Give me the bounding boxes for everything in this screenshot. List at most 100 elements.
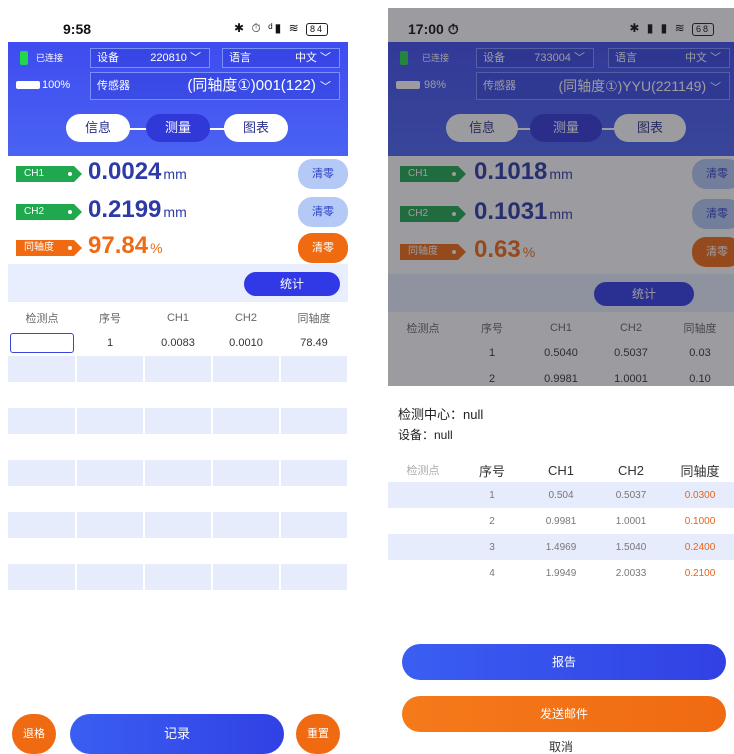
empty-cell [280, 564, 348, 590]
empty-cell [76, 408, 145, 434]
col-ch2: CH2 [617, 462, 644, 478]
empty-cell [76, 356, 145, 382]
stats-button[interactable]: 统计 [244, 272, 340, 296]
coaxiality-clear-button[interactable]: 清零 [298, 233, 348, 263]
empty-cell [212, 460, 281, 486]
device-select[interactable]: 设备 220810 ﹀ [90, 48, 210, 68]
arrow-icon [74, 240, 82, 256]
col-ch1: CH1 [547, 462, 574, 478]
empty-cell [280, 382, 348, 408]
empty-cell [280, 356, 348, 382]
table-row: 3 1.4969 1.5040 0.2400 [388, 534, 734, 560]
report-table: 检测点 序号 CH1 CH2 同轴度 1 0.504 0.5037 0.0300… [388, 458, 734, 586]
dot-icon [68, 246, 72, 250]
ch2-tag: CH2 [16, 204, 82, 220]
point-cell [388, 560, 458, 586]
device-info: 设备：null [398, 428, 453, 442]
empty-cell [144, 538, 213, 564]
battery-percent: 100% [42, 79, 71, 91]
sensor-text: (同轴度①)001(122) [187, 77, 316, 94]
ch2-cell: 1.0001 [615, 515, 647, 527]
table-row [8, 460, 348, 486]
col-coaxiality: 同轴度 [297, 313, 331, 325]
ch1-cell: 0.504 [526, 482, 596, 508]
empty-cell [212, 408, 281, 434]
ch2-clear-button[interactable]: 清零 [298, 197, 348, 227]
empty-cell [76, 382, 145, 408]
modal-overlay[interactable] [388, 8, 734, 386]
battery-icon: 84 [305, 23, 328, 36]
ch2-cell: 1.5040 [596, 534, 666, 560]
stats-band: 统计 [8, 264, 348, 302]
empty-cell [144, 460, 213, 486]
report-sheet: 检测中心：null 设备：null 检测点 序号 CH1 CH2 同轴度 1 0… [388, 386, 734, 754]
tab-bar: 信息 测量 图表 [8, 114, 348, 142]
empty-cell [280, 512, 348, 538]
empty-cell [280, 538, 348, 564]
empty-cell [212, 382, 281, 408]
ch2-cell: 0.5037 [596, 482, 666, 508]
device-value: 220810 ﹀ [150, 49, 201, 67]
empty-cell [212, 538, 281, 564]
table-row: 1 0.504 0.5037 0.0300 [388, 482, 734, 508]
empty-cell [76, 460, 145, 486]
point-cell [388, 482, 458, 508]
tab-chart[interactable]: 图表 [224, 114, 288, 142]
bottom-bar: 退格 记录 重置 [8, 714, 348, 754]
language-select[interactable]: 语言 中文 ﹀ [222, 48, 340, 68]
coaxiality-number: 97.84 [88, 232, 149, 259]
table-row [8, 434, 348, 460]
ch1-value: 0.0024 mm [88, 158, 187, 186]
table-row [8, 486, 348, 512]
empty-cell [76, 538, 145, 564]
empty-cell [76, 486, 145, 512]
empty-cell [8, 538, 77, 564]
empty-cell [280, 486, 348, 512]
dot-icon [68, 172, 72, 176]
ch2-value: 0.2199 mm [88, 196, 187, 224]
ch2-cell: 0.0010 [229, 337, 263, 349]
empty-cell [8, 408, 77, 434]
sensor-value: (同轴度①)001(122) ﹀ [187, 73, 331, 100]
ch1-row: CH1 0.0024 mm 清零 [8, 156, 348, 192]
sensor-select[interactable]: 传感器 (同轴度①)001(122) ﹀ [90, 72, 340, 100]
tab-info[interactable]: 信息 [66, 114, 130, 142]
col-coaxiality: 同轴度 [680, 463, 720, 479]
table-header: 检测点 序号 CH1 CH2 同轴度 [8, 306, 348, 330]
table-row [8, 408, 348, 434]
table-row [8, 512, 348, 538]
ch2-tag-label: CH2 [24, 206, 45, 217]
chevron-down-icon: ﹀ [320, 81, 331, 93]
no-cell: 3 [458, 534, 526, 560]
coaxiality-cell: 78.49 [300, 337, 328, 349]
ch1-clear-button[interactable]: 清零 [298, 159, 348, 189]
chevron-down-icon: ﹀ [190, 52, 201, 64]
status-bar: 9:58 ✱ ⏱ ᵈ▮ ≋ 84 [8, 8, 348, 42]
send-email-button[interactable]: 发送邮件 [402, 696, 726, 732]
empty-cell [212, 356, 281, 382]
report-button[interactable]: 报告 [402, 644, 726, 680]
language-value: 中文 ﹀ [295, 49, 331, 67]
ch2-row: CH2 0.2199 mm 清零 [8, 194, 348, 230]
reset-button[interactable]: 重置 [296, 714, 340, 754]
no-cell: 4 [489, 567, 495, 579]
header: 9:58 ✱ ⏱ ᵈ▮ ≋ 84 已连接 设备 220810 ﹀ 语言 中文 ﹀… [8, 8, 348, 156]
empty-cell [76, 564, 145, 590]
empty-cell [212, 434, 281, 460]
empty-cell [76, 512, 145, 538]
device-label: 设备 [97, 52, 119, 64]
connection-row: 已连接 设备 220810 ﹀ 语言 中文 ﹀ [8, 48, 348, 68]
empty-cell [8, 460, 77, 486]
ch2-unit: mm [163, 204, 187, 220]
point-input[interactable] [10, 333, 74, 353]
empty-cell [8, 564, 77, 590]
table-row [8, 564, 348, 590]
backspace-button[interactable]: 退格 [12, 714, 56, 754]
tab-measure[interactable]: 测量 [146, 114, 210, 142]
col-point: 检测点 [406, 465, 440, 477]
measurement-table: 检测点 序号 CH1 CH2 同轴度 1 0.0083 0.0010 78.49 [8, 306, 348, 590]
record-button[interactable]: 记录 [70, 714, 284, 754]
cancel-button[interactable]: 取消 [388, 738, 734, 754]
sensor-label: 传感器 [97, 80, 130, 92]
empty-cell [76, 434, 145, 460]
